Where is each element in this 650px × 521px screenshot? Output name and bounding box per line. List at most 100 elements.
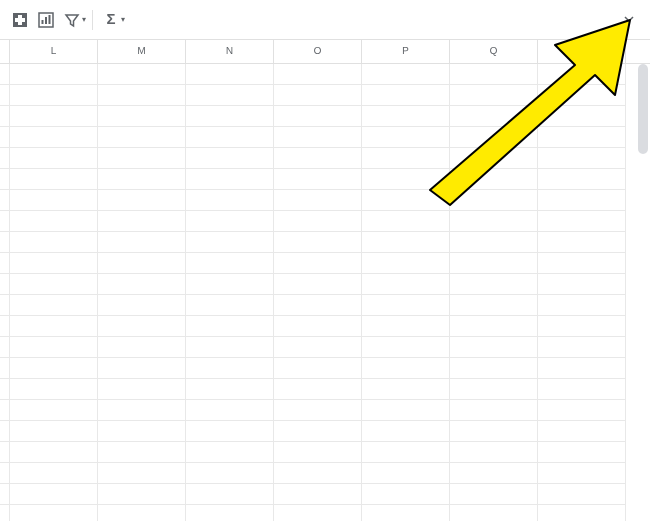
cell[interactable] [362,190,450,211]
cell[interactable] [274,211,362,232]
cell[interactable] [186,484,274,505]
cell[interactable] [538,421,626,442]
cell[interactable] [362,85,450,106]
cell[interactable] [274,484,362,505]
cell[interactable] [538,379,626,400]
cell[interactable] [98,169,186,190]
functions-button[interactable]: Σ [99,8,123,32]
filter-dropdown-arrow[interactable]: ▾ [82,15,86,24]
cell[interactable] [450,232,538,253]
cell[interactable] [186,106,274,127]
cell[interactable] [274,442,362,463]
cell[interactable] [362,127,450,148]
vertical-scrollbar-thumb[interactable] [638,64,648,154]
cell[interactable] [362,484,450,505]
cell[interactable] [98,274,186,295]
column-header[interactable]: P [362,40,450,63]
cell[interactable] [538,253,626,274]
cell[interactable] [450,421,538,442]
cell[interactable] [450,106,538,127]
cell[interactable] [538,190,626,211]
cell[interactable] [186,337,274,358]
column-header[interactable]: M [98,40,186,63]
cell[interactable] [274,274,362,295]
cell[interactable] [274,463,362,484]
column-header[interactable]: R [538,40,626,63]
cell[interactable] [186,148,274,169]
cell[interactable] [98,64,186,85]
cell[interactable] [538,484,626,505]
cell[interactable] [98,190,186,211]
cell[interactable] [362,421,450,442]
cell[interactable] [362,463,450,484]
cell[interactable] [98,463,186,484]
cell[interactable] [538,106,626,127]
cell[interactable] [538,232,626,253]
cell[interactable] [538,274,626,295]
cell[interactable] [538,400,626,421]
cell[interactable] [274,232,362,253]
cell[interactable] [98,484,186,505]
cell[interactable] [274,127,362,148]
cell[interactable] [362,442,450,463]
cell[interactable] [274,106,362,127]
cell[interactable] [538,64,626,85]
cell[interactable] [362,148,450,169]
cell[interactable] [362,232,450,253]
cell[interactable] [362,295,450,316]
cell[interactable] [450,463,538,484]
cell[interactable] [450,190,538,211]
cell[interactable] [10,505,98,521]
cell[interactable] [10,484,98,505]
cell[interactable] [362,64,450,85]
cell[interactable] [98,421,186,442]
cell[interactable] [538,505,626,521]
cell[interactable] [98,106,186,127]
cell[interactable] [186,442,274,463]
cell[interactable] [10,442,98,463]
cell[interactable] [98,379,186,400]
cell[interactable] [450,400,538,421]
cell[interactable] [450,148,538,169]
cell[interactable] [10,295,98,316]
cell[interactable] [538,127,626,148]
column-header[interactable]: L [10,40,98,63]
cell[interactable] [362,106,450,127]
cell[interactable] [98,85,186,106]
cell[interactable] [10,232,98,253]
cell[interactable] [538,169,626,190]
cell[interactable] [186,211,274,232]
cell[interactable] [98,337,186,358]
cell[interactable] [98,148,186,169]
row-header-corner[interactable] [0,40,10,63]
cell[interactable] [362,253,450,274]
cell[interactable] [450,127,538,148]
cell[interactable] [10,148,98,169]
cell[interactable] [362,274,450,295]
cell[interactable] [98,127,186,148]
cell[interactable] [450,442,538,463]
cell[interactable] [450,316,538,337]
cell[interactable] [274,379,362,400]
cell[interactable] [10,421,98,442]
cell[interactable] [186,295,274,316]
cell[interactable] [538,85,626,106]
cell[interactable] [98,505,186,521]
cell[interactable] [538,295,626,316]
cell[interactable] [450,295,538,316]
cell[interactable] [450,484,538,505]
cell[interactable] [10,85,98,106]
cell[interactable] [98,232,186,253]
insert-comment-button[interactable] [8,8,32,32]
cell[interactable] [362,337,450,358]
cell[interactable] [10,274,98,295]
cell[interactable] [450,169,538,190]
cell[interactable] [274,295,362,316]
cell[interactable] [450,253,538,274]
cell[interactable] [538,442,626,463]
cell[interactable] [98,253,186,274]
cell[interactable] [186,463,274,484]
cell[interactable] [186,358,274,379]
cell[interactable] [274,148,362,169]
column-header[interactable]: N [186,40,274,63]
